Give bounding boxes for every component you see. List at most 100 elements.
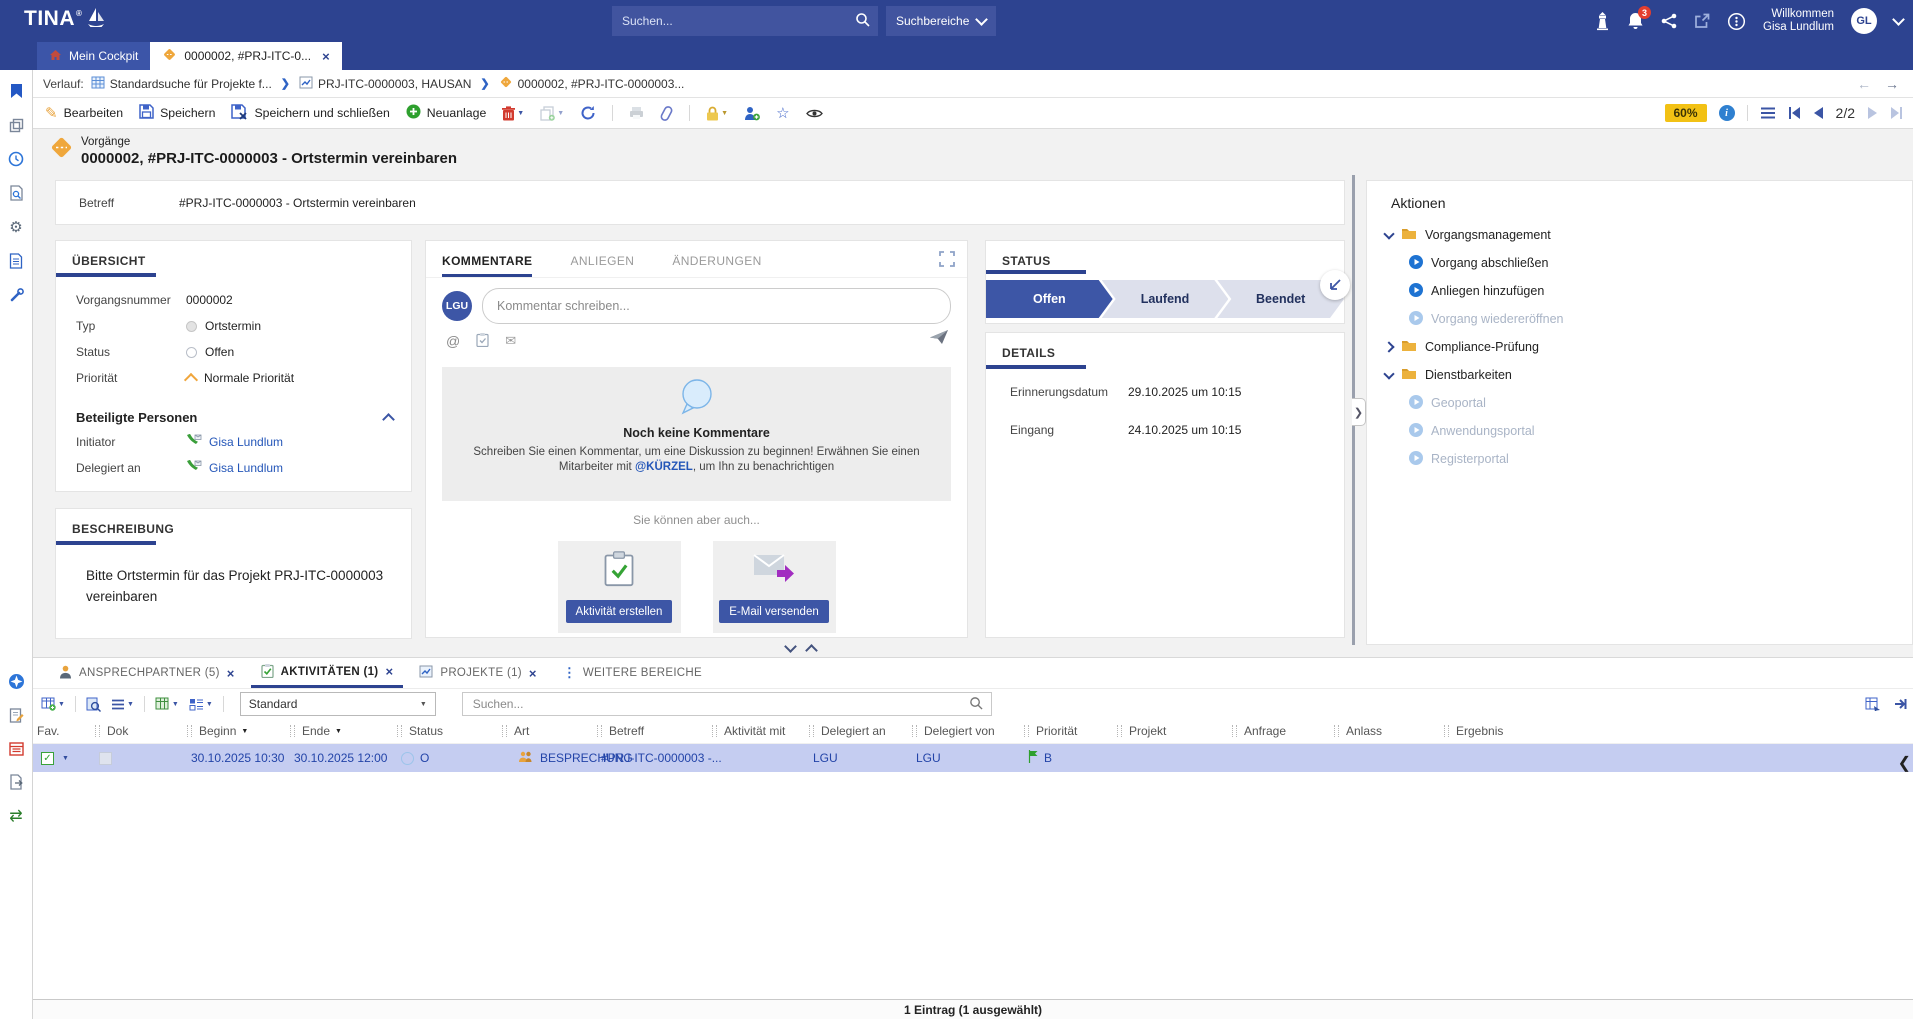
section-splitter[interactable] [786, 642, 816, 655]
collapse-status-icon[interactable] [1320, 270, 1350, 300]
column-prioritaet[interactable]: Priorität [1020, 719, 1113, 743]
column-grip[interactable] [290, 725, 295, 737]
first-record-icon[interactable] [1788, 107, 1801, 119]
favorite-checkbox[interactable]: ✓ [41, 752, 54, 765]
column-anfrage[interactable]: Anfrage [1228, 719, 1330, 743]
map-compass-icon[interactable] [0, 668, 32, 694]
assign-person-icon[interactable] [744, 106, 760, 121]
column-grip[interactable] [1117, 725, 1122, 737]
history-icon[interactable] [0, 146, 32, 172]
info-icon[interactable]: i [1719, 105, 1735, 121]
column-grip[interactable] [1334, 725, 1339, 737]
column-projekt[interactable]: Projekt [1113, 719, 1228, 743]
cell-status[interactable]: O [393, 744, 498, 772]
global-search-input[interactable] [620, 13, 847, 29]
collapse-section-icon[interactable] [382, 413, 395, 426]
search-icon[interactable] [969, 696, 983, 713]
save-button[interactable]: Speichern [139, 104, 215, 122]
user-avatar[interactable]: GL [1851, 8, 1877, 34]
edit-button[interactable]: ✎ Bearbeiten [45, 104, 123, 122]
send-email-button[interactable]: E-Mail versenden [719, 600, 828, 623]
fullscreen-icon[interactable] [939, 251, 955, 270]
close-tab-icon[interactable]: × [529, 666, 537, 681]
tab-ansprechpartner[interactable]: ANSPRECHPARTNER (5) × [49, 658, 245, 688]
view-select[interactable]: Standard ▼ [240, 692, 436, 716]
copies-icon[interactable] [0, 112, 32, 138]
task-clipboard-icon[interactable] [476, 332, 489, 350]
mention-icon[interactable]: @ [446, 333, 460, 349]
more-options-icon[interactable] [1727, 12, 1746, 31]
tab-kommentare[interactable]: KOMMENTARE [442, 254, 532, 277]
column-grip[interactable] [809, 725, 814, 737]
column-status[interactable]: Status [393, 719, 498, 743]
document-icon[interactable] [0, 248, 32, 274]
cell-delegiert-von[interactable]: LGU [908, 744, 1020, 772]
create-activity-button[interactable]: Aktivität erstellen [566, 600, 673, 623]
last-record-icon[interactable] [1890, 107, 1903, 119]
column-grip[interactable] [397, 725, 402, 737]
menu-icon[interactable] [1760, 107, 1776, 119]
next-record-icon[interactable] [1867, 107, 1878, 119]
scroll-left-icon[interactable]: ❮ [1898, 753, 1911, 773]
collapse-up-icon[interactable] [805, 644, 818, 657]
column-ende[interactable]: Ende▼ [286, 719, 393, 743]
column-grip[interactable] [1024, 725, 1029, 737]
favorite-star-icon[interactable]: ☆ [776, 104, 789, 122]
save-and-close-button[interactable]: Speichern und schließen [231, 104, 389, 123]
column-betreff[interactable]: Betreff [593, 719, 708, 743]
note-edit-icon[interactable] [0, 702, 32, 728]
column-grip[interactable] [1232, 725, 1237, 737]
mention-link[interactable]: @KÜRZEL [635, 461, 693, 473]
tab-projekte[interactable]: PROJEKTE (1) × [409, 658, 546, 688]
column-art[interactable]: Art [498, 719, 593, 743]
document-search-icon[interactable] [0, 180, 32, 206]
close-tab-icon[interactable]: × [385, 664, 393, 679]
column-grip[interactable] [502, 725, 507, 737]
column-grip[interactable] [597, 725, 602, 737]
history-back-icon[interactable]: ← [1857, 76, 1871, 92]
folder-dienstbarkeiten[interactable]: Dienstbarkeiten [1367, 361, 1912, 389]
attachment-icon[interactable] [660, 105, 673, 122]
tab-weitere-bereiche[interactable]: ⋮ WEITERE BEREICHE [553, 658, 712, 688]
close-tab-icon[interactable]: × [227, 666, 235, 681]
action-anliegen-hinzufuegen[interactable]: Anliegen hinzufügen [1367, 277, 1912, 305]
column-dok[interactable]: Dok [91, 719, 183, 743]
share-icon[interactable] [1661, 13, 1677, 29]
open-external-icon[interactable] [1694, 13, 1710, 29]
close-tab-icon[interactable]: × [322, 49, 330, 64]
column-ergebnis[interactable]: Ergebnis [1440, 719, 1913, 743]
beschreibung-text[interactable]: Bitte Ortstermin für das Projekt PRJ-ITC… [56, 545, 411, 607]
collapse-down-icon[interactable] [784, 640, 797, 653]
column-grip[interactable] [912, 725, 917, 737]
dok-checkbox[interactable] [99, 752, 112, 765]
cell-ende[interactable]: 30.10.2025 12:00 [286, 744, 393, 772]
search-scope-dropdown[interactable]: Suchbereiche [886, 6, 996, 36]
folder-compliance-pruefung[interactable]: Compliance-Prüfung [1367, 333, 1912, 361]
bookmark-icon[interactable] [0, 78, 32, 104]
previous-record-icon[interactable] [1813, 107, 1824, 119]
cell-delegiert-an[interactable]: LGU [805, 744, 908, 772]
tools-icon[interactable] [0, 282, 32, 308]
breadcrumb-item-search[interactable]: Standardsuche für Projekte f... [91, 76, 272, 92]
cell-betreff[interactable]: #PRJ-ITC-0000003 -... [593, 744, 805, 772]
email-icon[interactable]: ✉ [505, 333, 516, 349]
status-step-offen[interactable]: Offen [986, 280, 1113, 318]
delete-button[interactable]: ▼ [502, 106, 524, 121]
row-display-icon[interactable]: ▼ [111, 699, 134, 710]
lighthouse-icon[interactable] [1595, 11, 1610, 31]
user-menu-chevron-icon[interactable] [1892, 13, 1905, 26]
tab-aenderungen[interactable]: ÄNDERUNGEN [672, 254, 761, 277]
column-fav[interactable]: Fav. [33, 719, 91, 743]
search-icon[interactable] [855, 12, 870, 30]
new-row-icon[interactable]: ▼ [41, 697, 65, 711]
lock-icon[interactable]: ▼ [706, 106, 728, 121]
cell-prioritaet[interactable]: B [1020, 744, 1113, 772]
column-grip[interactable] [1444, 725, 1449, 737]
sync-icon[interactable]: ⇄ [0, 803, 32, 829]
action-vorgang-abschliessen[interactable]: Vorgang abschließen [1367, 249, 1912, 277]
column-aktivitaet-mit[interactable]: Aktivität mit [708, 719, 805, 743]
pin-panel-icon[interactable] [1893, 697, 1907, 711]
folder-vorgangsmanagement[interactable]: Vorgangsmanagement [1367, 221, 1912, 249]
tab-vorgang-record[interactable]: 0000002, #PRJ-ITC-0... × [150, 42, 341, 70]
expand-panel-handle[interactable]: ❯ [1352, 398, 1366, 426]
